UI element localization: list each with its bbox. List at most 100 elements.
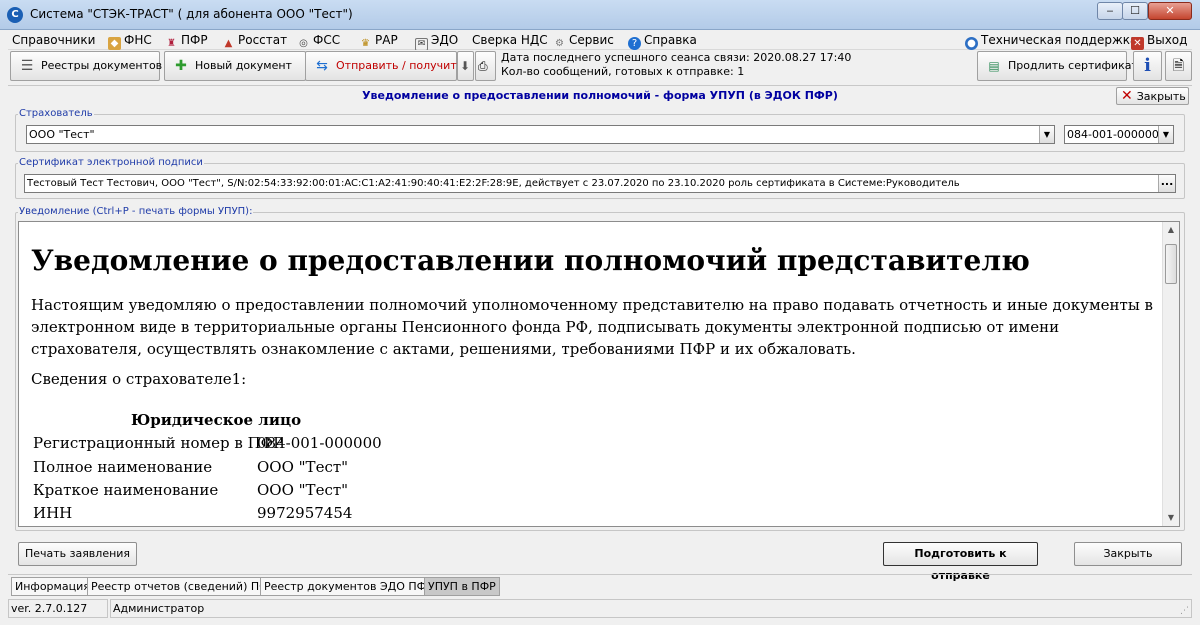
row-label: ИНН: [33, 504, 73, 522]
menu-rosstat[interactable]: ▲ Росстат: [222, 32, 288, 49]
document-section-heading: Сведения о страхователе1:: [31, 370, 247, 388]
menu-label: Выход: [1147, 33, 1188, 47]
menu-help[interactable]: ? Справка: [628, 32, 697, 50]
scroll-thumb[interactable]: [1165, 244, 1177, 284]
maximize-button[interactable]: ☐: [1122, 2, 1148, 20]
chevron-down-icon[interactable]: ▼: [1158, 126, 1173, 143]
pfr-icon: ♜: [167, 38, 176, 49]
exit-icon: ✕: [1131, 37, 1144, 50]
row-value: 084-001-000000: [257, 434, 382, 452]
menu-service[interactable]: ⚙ Сервис: [553, 32, 614, 49]
button-label: Продлить сертификат: [1008, 59, 1138, 72]
download-arrow-button[interactable]: ⬇: [457, 51, 474, 81]
fss-icon: ◎: [299, 38, 308, 49]
menu-fns[interactable]: ◆ ФНС: [108, 32, 152, 50]
user-label: Администратор: [110, 599, 1192, 618]
button-label: Реестры документов: [41, 59, 163, 72]
insurer-select[interactable]: ООО "Тест" ▼: [26, 125, 1055, 144]
gear-icon: ⚙: [555, 38, 564, 49]
toolbar: ☰ Реестры документов ✚ Новый документ ⇆ Отп…: [8, 50, 1192, 83]
button-label: Закрыть: [1136, 90, 1186, 103]
document-list-icon: ☰: [20, 58, 34, 74]
insurer-label: Страхователь: [18, 108, 94, 120]
session-info: Дата последнего успешного сеанса связи: …: [501, 51, 851, 79]
menu-tech-support[interactable]: ● Техническая поддержка: [965, 32, 1138, 50]
row-value: ООО "Тест": [257, 458, 349, 476]
new-document-icon: ✚: [175, 58, 187, 74]
insurer-value: ООО "Тест": [29, 128, 95, 141]
row-value: ООО "Тест": [257, 481, 349, 499]
reg-number-select[interactable]: 084-001-000000 ▼: [1064, 125, 1174, 144]
menu-edo[interactable]: ✉ ЭДО: [415, 32, 459, 51]
rar-icon: ♛: [361, 38, 370, 49]
menu-label: ФСС: [313, 33, 341, 47]
tab-upup-pfr[interactable]: УПУП в ПФР: [424, 577, 500, 596]
menu-pfr[interactable]: ♜ ПФР: [165, 32, 208, 49]
fns-icon: ◆: [108, 37, 121, 50]
form-title: Уведомление о предоставлении полномочий …: [362, 89, 838, 102]
new-document-button[interactable]: ✚ Новый документ: [164, 51, 306, 81]
send-receive-button[interactable]: ⇆ Отправить / получить: [305, 51, 463, 81]
tab-pfr-reports-registry[interactable]: Реестр отчетов (сведений) ПФР: [87, 577, 280, 596]
menu-label: ЭДО: [431, 33, 459, 47]
title-bar: С Система "СТЭК-ТРАСТ" ( для абонента ОО…: [0, 0, 1200, 30]
certificate-value: Тестовый Тест Тестович, ООО "Тест", S/N:…: [27, 178, 960, 189]
certificate-icon: ▤: [988, 59, 1000, 73]
tab-edo-pfr-registry[interactable]: Реестр документов ЭДО ПФР: [260, 577, 437, 596]
info-icon: i: [1144, 55, 1151, 76]
document-paragraph: Настоящим уведомляю о предоставлении пол…: [31, 296, 1153, 358]
send-receive-icon: ⇆: [316, 58, 328, 74]
last-session-text: Дата последнего успешного сеанса связи: …: [501, 51, 852, 64]
menu-directories[interactable]: Справочники: [12, 32, 95, 48]
menu-exit[interactable]: ✕ Выход: [1131, 32, 1188, 50]
print-application-button[interactable]: Печать заявления: [18, 542, 137, 566]
menu-fss[interactable]: ◎ ФСС: [297, 32, 341, 49]
arrow-down-icon: ⬇: [460, 59, 471, 73]
menu-label: Техническая поддержка: [981, 33, 1138, 47]
tab-information[interactable]: Информация: [11, 577, 94, 596]
menu-label: Сервис: [569, 33, 614, 47]
globe-icon: ●: [965, 37, 978, 50]
button-label: Новый документ: [195, 59, 292, 72]
form-header: Уведомление о предоставлении полномочий …: [8, 85, 1192, 105]
renew-certificate-button[interactable]: ▤ Продлить сертификат: [977, 51, 1138, 81]
certificate-label: Сертификат электронной подписи: [18, 157, 204, 169]
printer-icon: ⎙: [478, 59, 488, 73]
row-value: 9972957454: [257, 504, 353, 522]
close-button[interactable]: Закрыть: [1074, 542, 1182, 566]
certificate-group: Сертификат электронной подписи Тестовый …: [15, 157, 1185, 199]
minimize-button[interactable]: ‒: [1097, 2, 1123, 20]
version-label: ver. 2.7.0.127: [8, 599, 108, 618]
notice-document-view[interactable]: Уведомление о предоставлении полномочий …: [18, 221, 1180, 527]
registries-button[interactable]: ☰ Реестры документов: [10, 51, 163, 81]
print-queue-button[interactable]: ⎙: [475, 51, 496, 81]
window-title: Система "СТЭК-ТРАСТ" ( для абонента ООО …: [30, 7, 353, 21]
info-button[interactable]: i: [1133, 51, 1162, 81]
row-label: Регистрационный номер в ПФР: [33, 434, 284, 452]
reg-number-value: 084-001-000000: [1067, 128, 1159, 141]
menu-label: ФНС: [124, 33, 152, 47]
row-label: Полное наименование: [33, 458, 213, 476]
document-help-button[interactable]: 🗎: [1165, 51, 1192, 81]
messages-ready-text: Кол-во сообщений, готовых к отправке: 1: [501, 65, 745, 78]
status-bar: ver. 2.7.0.127 Администратор ⋰: [8, 599, 1192, 618]
window-close-button[interactable]: ✕: [1148, 2, 1192, 20]
menu-label: РАР: [375, 33, 398, 47]
document-title: Уведомление о предоставлении полномочий …: [31, 244, 1030, 277]
menu-label: Росстат: [238, 33, 288, 47]
menu-vat-reconciliation[interactable]: Сверка НДС: [472, 32, 548, 48]
scroll-down-icon[interactable]: ▼: [1163, 510, 1179, 526]
menu-rar[interactable]: ♛ РАР: [359, 32, 398, 49]
help-icon: ?: [628, 37, 641, 50]
prepare-to-send-button[interactable]: Подготовить к отправке: [883, 542, 1038, 582]
browse-button[interactable]: ...: [1158, 175, 1175, 192]
close-icon: ✕: [1121, 88, 1133, 104]
scroll-up-icon[interactable]: ▲: [1163, 222, 1179, 238]
vertical-scrollbar[interactable]: ▲ ▼: [1162, 222, 1179, 526]
resize-grip-icon[interactable]: ⋰: [1180, 606, 1190, 616]
menu-label: Сверка НДС: [472, 33, 548, 47]
app-logo-icon: С: [7, 7, 23, 23]
chevron-down-icon[interactable]: ▼: [1039, 126, 1054, 143]
certificate-field[interactable]: Тестовый Тест Тестович, ООО "Тест", S/N:…: [24, 174, 1176, 193]
form-close-button[interactable]: ✕ Закрыть: [1116, 87, 1189, 105]
